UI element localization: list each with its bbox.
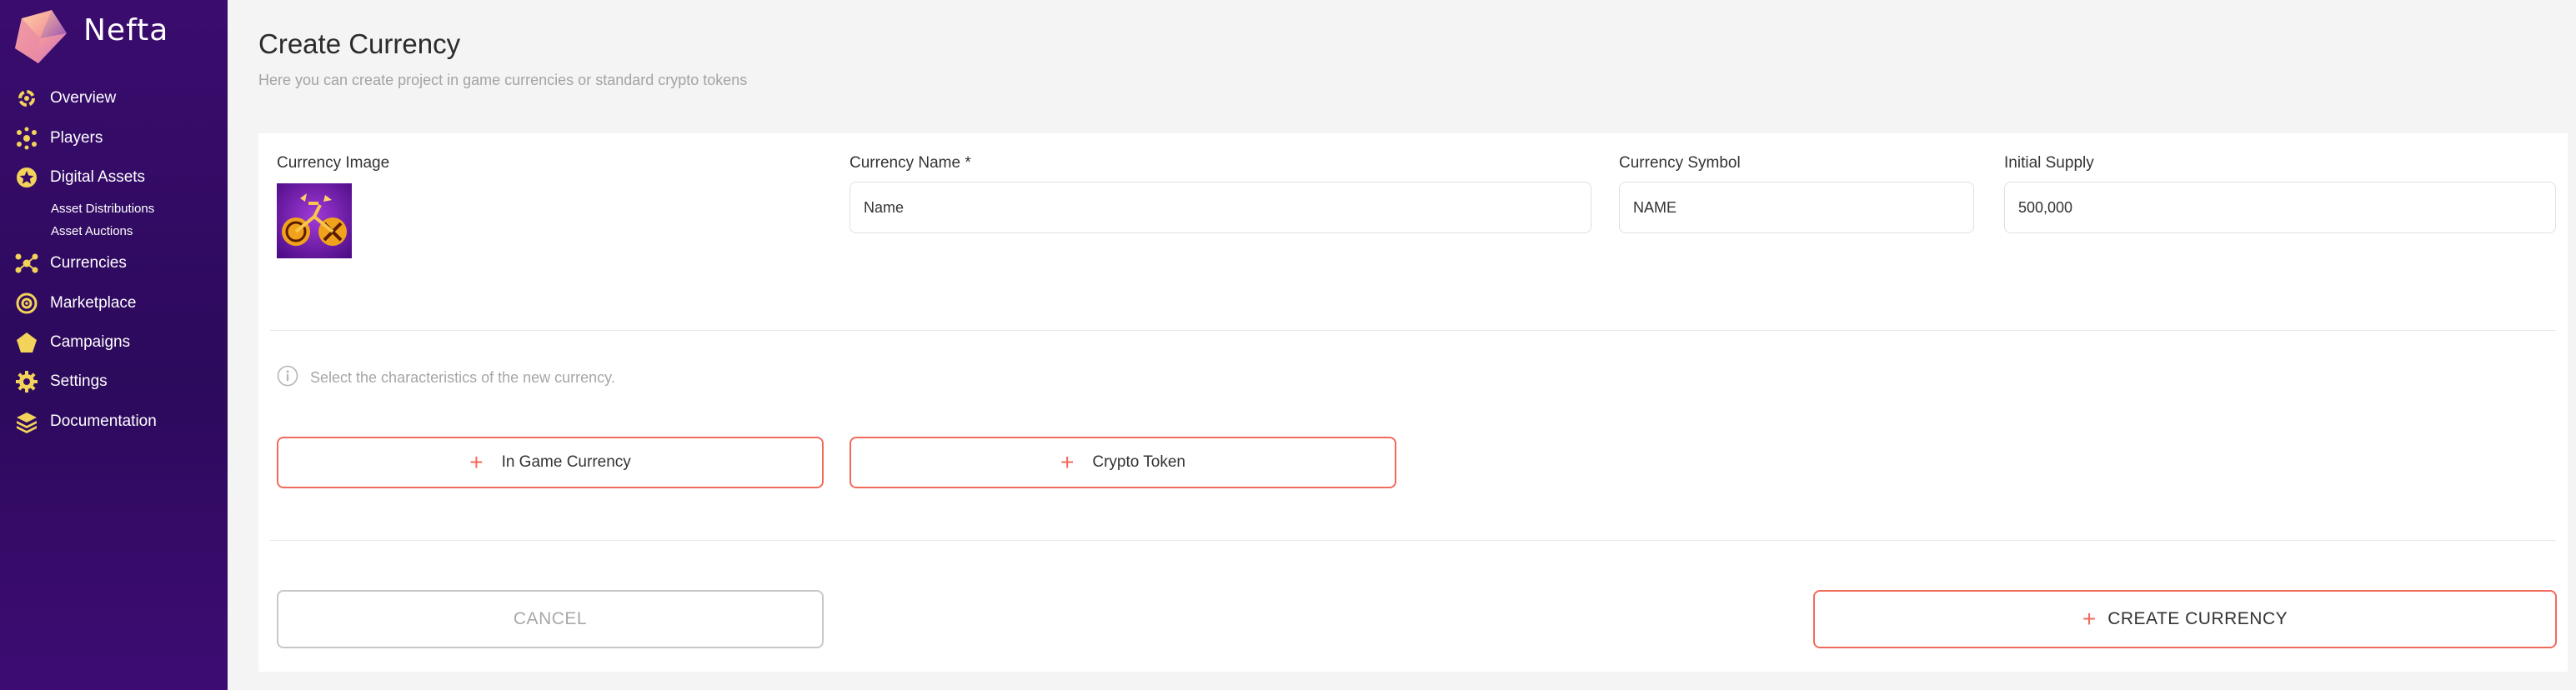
sidebar-item-digital-assets[interactable]: Digital Assets: [14, 163, 145, 192]
create-currency-label: CREATE CURRENCY: [2107, 609, 2288, 628]
cancel-label: CANCEL: [513, 609, 588, 628]
sidebar-item-label: Marketplace: [50, 294, 137, 312]
crypto-token-label: Crypto Token: [1092, 453, 1185, 471]
info-icon: [277, 365, 298, 391]
sidebar-item-label: Digital Assets: [50, 168, 146, 186]
initial-supply-input[interactable]: [2004, 182, 2556, 233]
sidebar-item-settings[interactable]: Settings: [14, 368, 108, 396]
sidebar-item-overview[interactable]: Overview: [14, 84, 116, 112]
cancel-button[interactable]: CANCEL: [277, 590, 824, 648]
divider: [270, 330, 2556, 331]
divider: [270, 540, 2556, 541]
page-subtitle: Here you can create project in game curr…: [258, 72, 748, 88]
app-name: Nefta: [83, 13, 169, 48]
sidebar-subitem-asset-auctions[interactable]: Asset Auctions: [51, 224, 133, 238]
players-icon: [14, 126, 39, 151]
overview-icon: [14, 86, 39, 111]
sidebar-subitem-asset-distributions[interactable]: Asset Distributions: [51, 202, 154, 216]
digital-assets-icon: [14, 165, 39, 190]
page-title: Create Currency: [258, 28, 461, 59]
sidebar-item-players[interactable]: Players: [14, 124, 103, 152]
marketplace-icon: [14, 291, 39, 316]
currency-image-label: Currency Image: [277, 154, 390, 172]
initial-supply-label: Initial Supply: [2004, 154, 2094, 172]
currency-symbol-input[interactable]: [1619, 182, 1974, 233]
nefta-logo-icon: [15, 10, 67, 63]
sidebar-item-documentation[interactable]: Documentation: [14, 408, 157, 436]
sidebar-item-marketplace[interactable]: Marketplace: [14, 289, 137, 318]
info-message: Select the characteristics of the new cu…: [277, 365, 615, 391]
documentation-icon: [14, 409, 39, 434]
in-game-currency-button[interactable]: + In Game Currency: [277, 437, 824, 488]
plus-icon: +: [2082, 606, 2097, 632]
in-game-currency-label: In Game Currency: [501, 453, 631, 471]
plus-icon: +: [469, 449, 484, 475]
sidebar-item-label: Campaigns: [50, 333, 131, 351]
create-currency-button[interactable]: + CREATE CURRENCY: [1813, 590, 2557, 648]
sidebar-item-campaigns[interactable]: Campaigns: [14, 328, 130, 357]
sidebar-item-label: Documentation: [50, 412, 157, 430]
currency-name-label: Currency Name *: [849, 154, 971, 172]
sidebar-item-currencies[interactable]: Currencies: [14, 249, 127, 278]
currency-symbol-label: Currency Symbol: [1619, 154, 1741, 172]
currencies-icon: [14, 251, 39, 276]
sidebar-item-label: Players: [50, 129, 103, 147]
create-currency-form: Currency Image Currency Name * Currency …: [258, 133, 2568, 672]
logo[interactable]: Nefta: [15, 8, 207, 65]
sidebar: Nefta Overview Players Digital Assets As…: [0, 0, 228, 690]
sidebar-item-label: Overview: [50, 89, 117, 107]
info-text: Select the characteristics of the new cu…: [310, 369, 615, 386]
campaigns-icon: [14, 330, 39, 355]
sidebar-item-label: Currencies: [50, 254, 127, 272]
currency-name-input[interactable]: [849, 182, 1591, 233]
currency-image-preview: [277, 183, 352, 258]
plus-icon: +: [1060, 449, 1075, 475]
sidebar-item-label: Settings: [50, 372, 108, 390]
gear-icon: [14, 369, 39, 394]
crypto-token-button[interactable]: + Crypto Token: [849, 437, 1396, 488]
currency-image-upload[interactable]: [277, 183, 352, 258]
